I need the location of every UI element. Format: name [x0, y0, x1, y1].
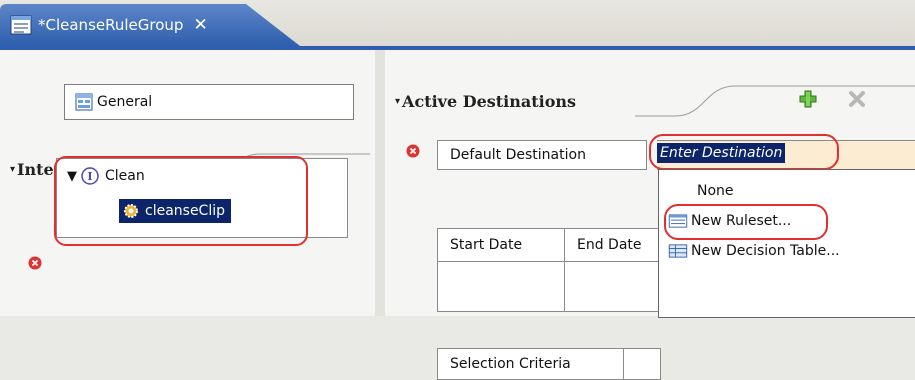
tree-item-clean[interactable]: ▼ I Clean [67, 167, 145, 185]
tab-title: *CleanseRuleGroup [38, 16, 184, 34]
dropdown-item-new-decision-table[interactable]: New Decision Table... [659, 238, 915, 264]
general-icon [75, 93, 93, 111]
section-header-curve [635, 85, 915, 117]
lower-table: Selection Criteria [437, 348, 661, 380]
general-label: General [97, 94, 153, 110]
error-icon [28, 256, 42, 270]
right-pane: ▾ Active Destinations Default Destinatio… [385, 50, 915, 380]
editor-tab-bar: *CleanseRuleGroup ✕ [0, 0, 915, 46]
error-icon [406, 144, 420, 158]
add-destination-icon[interactable] [799, 90, 817, 108]
table-header-start-date[interactable]: Start Date [438, 229, 565, 262]
interface-icon: I [81, 167, 99, 185]
dropdown-item-none[interactable]: None [659, 178, 915, 204]
active-destinations-toggle[interactable]: ▾ Active Destinations [395, 92, 576, 111]
editor-tab[interactable]: *CleanseRuleGroup ✕ [0, 4, 300, 46]
active-destinations-heading: Active Destinations [402, 92, 577, 111]
interface-name: Clean [105, 168, 145, 184]
destination-input-value: Enter Destination [657, 143, 786, 163]
operation-gear-icon [124, 204, 138, 218]
lower-table-header[interactable]: Selection Criteria [438, 349, 624, 379]
interfaces-tree: ▼ I Clean cleanseClip [56, 158, 348, 238]
destination-dropdown: None New Ruleset... New Decision Table..… [658, 169, 915, 318]
default-destination-label-box: Default Destination [437, 140, 647, 170]
ruleset-icon [668, 214, 688, 228]
selected-operation[interactable]: cleanseClip [119, 199, 232, 223]
table-header-end-date[interactable]: End Date [565, 229, 660, 262]
default-destination-label: Default Destination [450, 147, 586, 163]
decision-table-icon [668, 244, 688, 258]
general-button[interactable]: General [64, 84, 354, 120]
rule-group-icon [8, 14, 34, 36]
left-pane: General ▾ Interfaces ▼ I Clean [0, 50, 376, 316]
tree-item-operation[interactable]: cleanseClip [119, 199, 232, 223]
destination-input[interactable]: Enter Destination [657, 140, 915, 170]
close-icon[interactable]: ✕ [193, 15, 207, 35]
collapse-caret-icon: ▾ [10, 164, 16, 175]
pane-divider[interactable] [375, 50, 385, 316]
remove-destination-icon[interactable] [848, 90, 866, 108]
svg-text:I: I [87, 170, 92, 183]
collapse-caret-icon: ▾ [395, 96, 401, 107]
expand-triangle-icon: ▼ [67, 168, 77, 184]
operation-name: cleanseClip [145, 203, 226, 219]
dates-table: Start Date End Date [437, 228, 661, 312]
table-column-divider [564, 261, 565, 311]
dropdown-item-new-ruleset[interactable]: New Ruleset... [659, 208, 915, 234]
